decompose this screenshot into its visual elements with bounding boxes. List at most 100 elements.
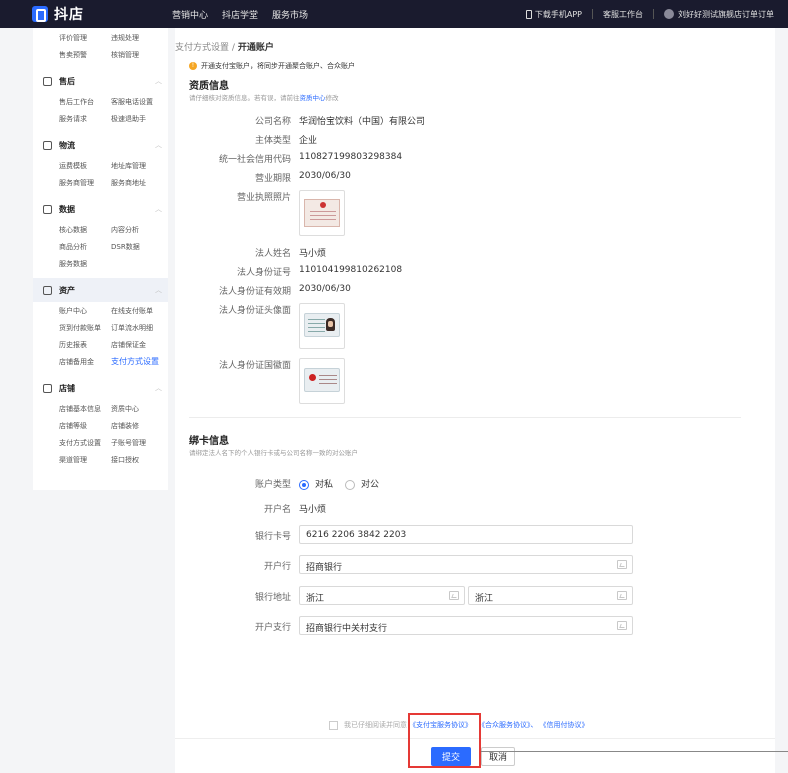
license-image [304, 199, 340, 227]
group-title: 店铺 [59, 383, 75, 393]
sidebar-item[interactable]: 支付方式设置 [59, 438, 111, 448]
sidebar-item[interactable]: 历史报表 [59, 340, 111, 350]
sidebar-item[interactable]: 货到付款账单 [59, 323, 111, 333]
bank-select[interactable]: 招商银行 [299, 555, 633, 574]
sidebar-item[interactable]: 地址库管理 [111, 161, 163, 171]
sidebar-item[interactable]: 极速退助手 [111, 114, 163, 124]
sidebar-item-active[interactable]: 支付方式设置 [111, 356, 163, 367]
field-label: 公司名称 [254, 117, 291, 127]
sidebar-item[interactable]: 服务请求 [59, 114, 111, 124]
cancel-button[interactable]: 取消 [481, 747, 515, 766]
field-id-valid: 法人身份证有效期 2030/06/30 [175, 284, 775, 298]
sidebar-item[interactable]: 接口授权 [111, 455, 163, 465]
sidebar-item[interactable]: 售后工作台 [59, 97, 111, 107]
sidebar-item[interactable]: 服务商地址 [111, 178, 163, 188]
sidebar-group-data[interactable]: 数据 ︿ [33, 197, 168, 221]
radio-private[interactable]: 对私 [299, 477, 333, 490]
sidebar-group-store[interactable]: 店铺 ︿ [33, 376, 168, 400]
divider [653, 9, 654, 19]
sidebar-item[interactable]: 店铺基本信息 [59, 404, 111, 414]
select-icon [617, 591, 627, 600]
field-label: 账户类型 [254, 480, 291, 490]
sidebar-group-assets[interactable]: 资产 ︿ [33, 278, 168, 302]
agreement-text: 我已仔细阅读并同意 [344, 721, 407, 729]
nav-marketing[interactable]: 营销中心 [172, 8, 208, 21]
sidebar-item[interactable]: DSR数据 [111, 242, 163, 252]
sidebar-group-logistics[interactable]: 物流 ︿ [33, 133, 168, 157]
download-app-link[interactable]: 下载手机APP [525, 9, 582, 20]
bank-subtitle: 请绑定法人名下的个人银行卡或与公司名称一致的对公账户 [189, 449, 358, 457]
chevron-up-icon: ︿ [155, 77, 162, 85]
breadcrumb-sep: / [231, 43, 235, 53]
agreement-checkbox[interactable] [329, 720, 338, 730]
radio-label: 对公 [361, 480, 380, 490]
field-value: 马小烦 [299, 249, 327, 259]
field-company: 公司名称 华润怡宝饮料（中国）有限公司 [175, 114, 775, 128]
sidebar-item[interactable]: 店铺等级 [59, 421, 111, 431]
field-value: 企业 [299, 136, 318, 146]
field-value: 华润怡宝饮料（中国）有限公司 [299, 117, 426, 127]
group-title: 资产 [59, 285, 75, 295]
city-select[interactable]: 浙江 [468, 586, 633, 605]
logo[interactable]: 抖店 [32, 4, 172, 24]
sidebar-item[interactable]: 核销管理 [111, 50, 163, 60]
qualification-center-link[interactable]: 资质中心 [300, 94, 326, 102]
sidebar-item[interactable]: 客服电话设置 [111, 97, 163, 107]
sidebar-item[interactable]: 店铺备用金 [59, 357, 111, 367]
id-back-image [304, 368, 340, 392]
credit-agreement-link[interactable]: 《信用付协议》 [540, 720, 589, 730]
sidebar-item[interactable]: 核心数据 [59, 225, 111, 235]
field-term: 营业期限 2030/06/30 [175, 171, 775, 185]
sidebar-item[interactable]: 运费模板 [59, 161, 111, 171]
sidebar-item[interactable]: 商品分析 [59, 242, 111, 252]
headset-icon [43, 76, 52, 86]
field-label: 法人姓名 [254, 249, 291, 259]
field-label: 开户名 [263, 505, 291, 515]
highlight-box [408, 713, 481, 768]
top-right: 下载手机APP 客服工作台 刘好好测试旗舰店订单订单 [525, 9, 774, 20]
sidebar-item[interactable]: 评价管理 [59, 33, 111, 43]
user-menu[interactable]: 刘好好测试旗舰店订单订单 [664, 9, 774, 20]
sidebar-item[interactable]: 渠道管理 [59, 455, 111, 465]
sidebar-item[interactable]: 资质中心 [111, 404, 163, 414]
license-photo[interactable] [299, 190, 345, 236]
nav-market[interactable]: 服务市场 [272, 8, 308, 21]
sidebar-item[interactable]: 订单流水明细 [111, 323, 163, 333]
sidebar-row: 售卖预警 核销管理 [33, 46, 168, 63]
breadcrumb-parent[interactable]: 支付方式设置 [175, 43, 229, 53]
field-value: 110104199810262108 [299, 265, 403, 275]
top-navbar: 抖店 营销中心 抖店学堂 服务市场 下载手机APP 客服工作台 刘好好测试旗舰店… [0, 0, 788, 28]
province-select[interactable]: 浙江 [299, 586, 465, 605]
sidebar-group-aftersale[interactable]: 售后 ︿ [33, 69, 168, 93]
sidebar-item[interactable]: 账户中心 [59, 306, 111, 316]
branch-select[interactable]: 招商银行中关村支行 [299, 616, 633, 635]
truck-icon [43, 140, 52, 150]
field-label: 法人身份证国徽面 [218, 361, 291, 371]
sidebar-item[interactable]: 售卖预警 [59, 50, 111, 60]
field-label: 银行卡号 [254, 532, 291, 542]
field-id-front: 法人身份证头像面 [175, 303, 775, 317]
nav-academy[interactable]: 抖店学堂 [222, 8, 258, 21]
sidebar-item[interactable]: 服务商管理 [59, 178, 111, 188]
service-link[interactable]: 客服工作台 [603, 9, 643, 20]
radio-corporate[interactable]: 对公 [345, 477, 379, 490]
sidebar-item[interactable]: 服务数据 [59, 259, 111, 269]
sidebar-item[interactable]: 内容分析 [111, 225, 163, 235]
sidebar-item[interactable]: 违规处理 [111, 33, 163, 43]
divider [592, 9, 593, 19]
id-back-photo[interactable] [299, 358, 345, 404]
id-front-image [304, 313, 340, 337]
select-icon [449, 591, 459, 600]
sidebar-item[interactable]: 在线支付账单 [111, 306, 163, 316]
field-label: 营业执照照片 [236, 193, 291, 203]
sidebar-item[interactable]: 店铺装修 [111, 421, 163, 431]
card-number-input[interactable]: 6216 2206 3842 2203 [299, 525, 633, 544]
sidebar-item[interactable]: 子账号管理 [111, 438, 163, 448]
qualification-title: 资质信息 [189, 81, 229, 92]
bank-title: 绑卡信息 [189, 436, 229, 447]
sidebar-item[interactable]: 店铺保证金 [111, 340, 163, 350]
field-value: 2030/06/30 [299, 284, 351, 294]
user-name: 刘好好测试旗舰店订单订单 [678, 9, 774, 19]
hezhong-agreement-link[interactable]: 《合众服务协议》、 [478, 720, 538, 730]
id-front-photo[interactable] [299, 303, 345, 349]
